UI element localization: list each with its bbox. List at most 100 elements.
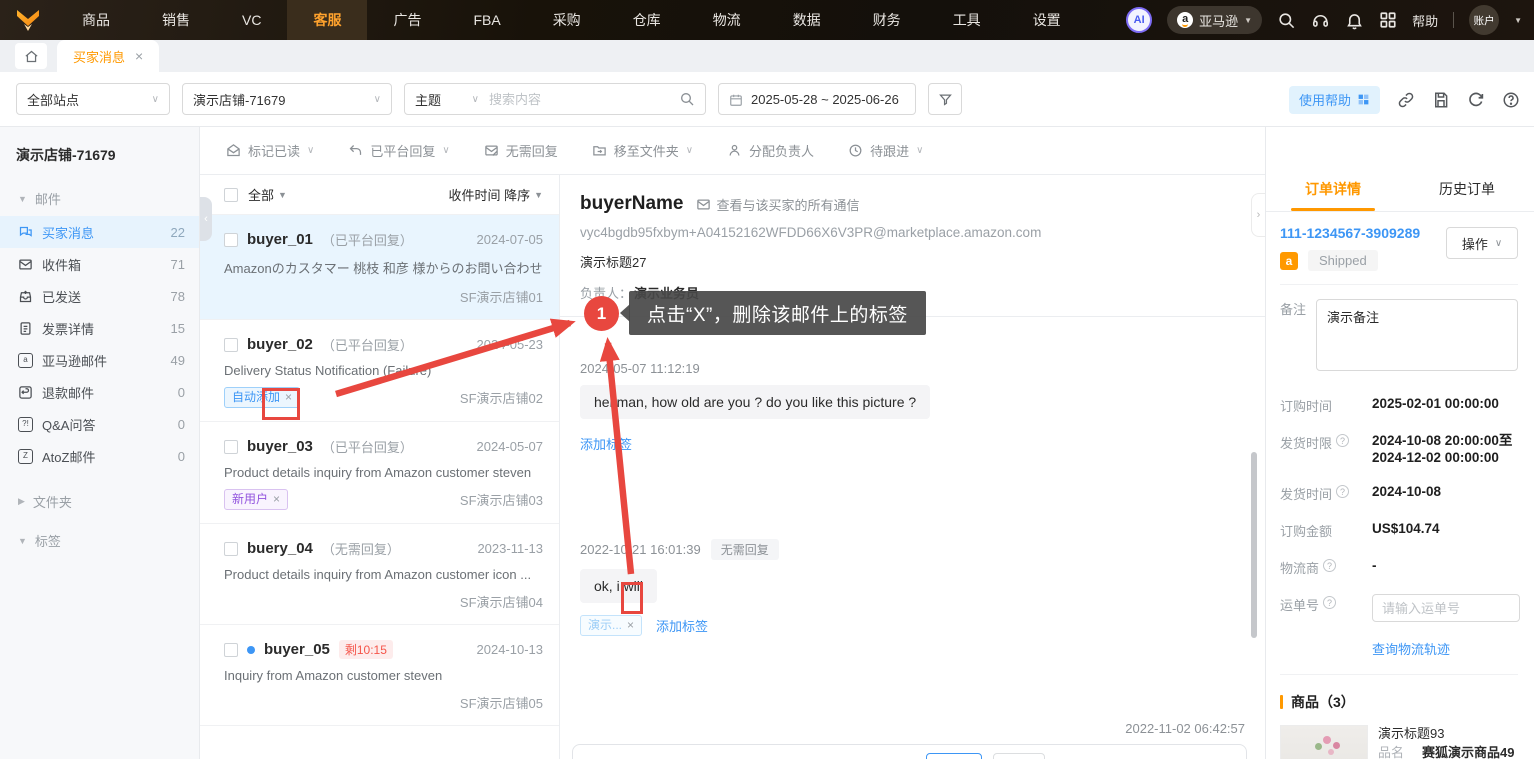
time-remaining-badge: 剩10:15 (338, 640, 393, 659)
follow-up-button[interactable]: 待跟进 ∨ (848, 141, 923, 160)
remove-tag-icon[interactable]: × (627, 617, 634, 634)
nav-item-settings[interactable]: 设置 (1007, 0, 1087, 40)
nav-item-warehouse[interactable]: 仓库 (607, 0, 687, 40)
label-tag[interactable]: 新用户 × (224, 489, 289, 510)
search-icon[interactable] (679, 91, 695, 108)
item-checkbox[interactable] (224, 541, 238, 556)
site-select[interactable]: 全部站点 ∨ (16, 83, 170, 115)
list-item-buyer-02[interactable]: buyer_02 （已平台回复） 2024-05-23 Delivery Sta… (200, 320, 559, 422)
help-circle-icon[interactable]: ? (1336, 434, 1350, 447)
save-view-icon[interactable] (1432, 91, 1450, 109)
topic-select[interactable]: 主题 ∨ (405, 90, 489, 109)
list-item-buyer-03[interactable]: buyer_03 （已平台回复） 2024-05-07 Product deta… (200, 422, 559, 524)
waybill-input[interactable] (1372, 594, 1520, 622)
tab-order-details[interactable]: 订单详情 (1266, 179, 1400, 211)
tab-buyer-messages[interactable]: 买家消息 × (57, 40, 160, 72)
app-logo-icon[interactable] (0, 8, 56, 32)
home-tab[interactable] (15, 43, 47, 69)
notifications-bell-icon[interactable] (1345, 11, 1364, 30)
sidebar-section-folders[interactable]: ▶ 文件夹 (0, 472, 199, 511)
sidebar-item-inbox[interactable]: 收件箱 71 (0, 248, 199, 280)
nav-item-data[interactable]: 数据 (767, 0, 847, 40)
list-item-buery-04[interactable]: buery_04 （无需回复） 2023-11-13 Product detai… (200, 524, 559, 625)
search-icon[interactable] (1277, 11, 1296, 30)
select-all-checkbox[interactable] (224, 187, 238, 202)
headset-icon[interactable] (1311, 11, 1330, 30)
sidebar-section-tags[interactable]: ▼ 标签 (0, 511, 199, 550)
reply-editor-panel[interactable] (572, 744, 1247, 759)
help-circle-icon[interactable]: ? (1323, 596, 1337, 609)
add-tag-link[interactable]: 添加标签 (656, 616, 708, 635)
sidebar-item-buyer-messages[interactable]: 买家消息 22 (0, 216, 199, 248)
caret-down-icon[interactable]: ▼ (534, 190, 543, 200)
nav-item-finance[interactable]: 财务 (847, 0, 927, 40)
help-link[interactable]: 帮助 (1412, 11, 1438, 30)
refresh-icon[interactable] (1467, 91, 1485, 109)
mark-read-button[interactable]: 标记已读 ∨ (226, 141, 314, 160)
help-circle-icon[interactable]: ? (1323, 559, 1337, 572)
nav-item-vc[interactable]: VC (216, 0, 287, 40)
collapse-list-handle[interactable]: ‹ (200, 197, 212, 241)
copy-link-icon[interactable] (1397, 91, 1415, 109)
nav-item-logistics[interactable]: 物流 (687, 0, 767, 40)
reply-secondary-button[interactable] (993, 753, 1045, 759)
store-select[interactable]: 演示店铺-71679 ∨ (182, 83, 392, 115)
sidebar-group-mail[interactable]: ▼ 邮件 (0, 165, 199, 216)
remove-tag-icon[interactable]: × (273, 491, 280, 508)
track-logistics-link[interactable]: 查询物流轨迹 (1372, 639, 1518, 658)
assign-owner-button[interactable]: 分配负责人 (727, 141, 814, 160)
vertical-scrollbar[interactable] (1251, 452, 1257, 638)
nav-item-purchasing[interactable]: 采购 (527, 0, 607, 40)
item-checkbox[interactable] (224, 232, 238, 247)
tab-order-history[interactable]: 历史订单 (1400, 179, 1534, 211)
chevron-down-icon[interactable]: ▼ (1514, 16, 1522, 25)
reply-action-button[interactable] (926, 753, 982, 759)
sidebar-item-atoz-mail[interactable]: Z AtoZ邮件 0 (0, 440, 199, 472)
apps-grid-icon[interactable] (1379, 11, 1397, 29)
nav-item-products[interactable]: 商品 (56, 0, 136, 40)
order-id-link[interactable]: 111-1234567-3909289 (1280, 225, 1420, 241)
chevron-down-icon: ∨ (1494, 237, 1503, 249)
search-input[interactable] (489, 91, 679, 107)
item-checkbox[interactable] (224, 642, 238, 657)
close-icon[interactable]: × (135, 48, 143, 64)
nav-item-ads[interactable]: 广告 (367, 0, 447, 40)
list-item-buyer-01[interactable]: buyer_01 （已平台回复） 2024-07-05 Amazonのカスタマー… (200, 215, 559, 320)
add-tag-link[interactable]: 添加标签 (580, 434, 632, 453)
order-note-textarea[interactable]: 演示备注 (1316, 299, 1518, 371)
usage-help-button[interactable]: 使用帮助 (1288, 85, 1380, 114)
help-circle-icon[interactable]: ? (1336, 485, 1350, 498)
nav-item-fba[interactable]: FBA (447, 0, 526, 40)
help-circle-icon[interactable] (1502, 91, 1520, 109)
nav-item-sales[interactable]: 销售 (136, 0, 216, 40)
ai-assistant-button[interactable]: AI (1126, 7, 1153, 33)
list-item-buyer-05[interactable]: buyer_05 剩10:15 2024-10-13 Inquiry from … (200, 625, 559, 726)
nav-item-customer-service[interactable]: 客服 (287, 0, 368, 40)
sort-label[interactable]: 收件时间 降序 (448, 185, 530, 204)
buyer-display-name: buyerName (580, 193, 684, 214)
filter-funnel-button[interactable] (928, 83, 962, 115)
platform-replied-button[interactable]: 已平台回复 ∨ (348, 141, 450, 160)
sidebar-item-qa[interactable]: ?! Q&A问答 0 (0, 408, 199, 440)
sidebar-item-amazon-mail[interactable]: a 亚马逊邮件 49 (0, 344, 199, 376)
view-all-communications-link[interactable]: 查看与该买家的所有通信 (696, 195, 860, 214)
order-actions-button[interactable]: 操作 ∨ (1446, 227, 1518, 259)
sidebar-item-sent[interactable]: 已发送 78 (0, 280, 199, 312)
date-range-picker[interactable]: 2025-05-28 ~ 2025-06-26 (718, 83, 916, 115)
product-image[interactable]: X 3 (1280, 725, 1368, 759)
message-tag[interactable]: 演示... × (580, 615, 643, 636)
move-to-folder-button[interactable]: 移至文件夹 ∨ (592, 141, 693, 160)
select-all-label[interactable]: 全部 (248, 185, 274, 204)
sidebar-item-refund-mail[interactable]: 退款邮件 0 (0, 376, 199, 408)
item-checkbox[interactable] (224, 439, 238, 454)
chevron-down-icon: ∨ (373, 93, 381, 105)
no-reply-needed-button[interactable]: 无需回复 (484, 141, 558, 160)
sidebar-item-invoice-details[interactable]: 发票详情 15 (0, 312, 199, 344)
collapse-panel-handle[interactable]: › (1251, 193, 1265, 237)
nav-item-tools[interactable]: 工具 (927, 0, 1007, 40)
caret-down-icon[interactable]: ▼ (278, 190, 287, 200)
marketplace-switcher[interactable]: a 亚马逊 ▼ (1167, 6, 1263, 34)
account-avatar[interactable]: 账户 (1469, 5, 1500, 35)
item-checkbox[interactable] (224, 337, 238, 352)
received-date: 2024-05-07 (476, 439, 544, 454)
